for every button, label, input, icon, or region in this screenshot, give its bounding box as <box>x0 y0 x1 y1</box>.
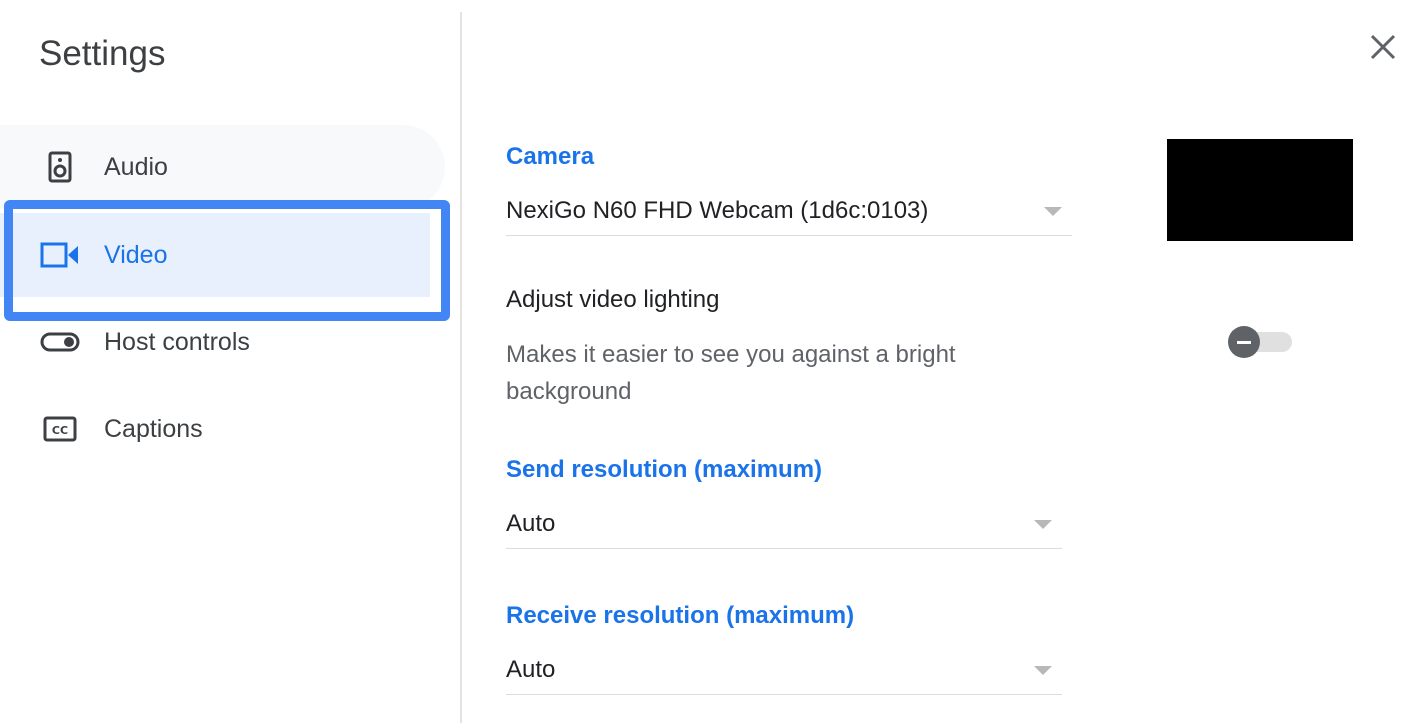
sidebar-item-label: Captions <box>104 414 203 443</box>
receive-resolution-value: Auto <box>506 656 556 683</box>
vertical-divider <box>460 12 462 723</box>
toggle-knob <box>1228 326 1260 358</box>
send-resolution-label: Send resolution (maximum) <box>506 456 823 483</box>
close-button[interactable] <box>1364 28 1404 68</box>
send-resolution-value: Auto <box>506 510 556 537</box>
camera-select[interactable]: NexiGo N60 FHD Webcam (1d6c:0103) <box>506 193 1072 236</box>
camera-label: Camera <box>506 143 595 170</box>
speaker-icon <box>39 146 81 188</box>
closed-captions-icon: CC <box>39 408 81 450</box>
sidebar-item-label: Video <box>104 240 168 269</box>
receive-resolution-select[interactable]: Auto <box>506 652 1062 695</box>
sidebar-item-label: Host controls <box>104 327 250 356</box>
svg-text:CC: CC <box>52 424 68 437</box>
lighting-title: Adjust video lighting <box>506 286 720 313</box>
send-resolution-select[interactable]: Auto <box>506 506 1062 549</box>
lighting-toggle[interactable] <box>1228 326 1294 358</box>
receive-resolution-label: Receive resolution (maximum) <box>506 602 855 629</box>
video-camera-icon <box>39 234 81 276</box>
sidebar-item-audio[interactable]: Audio <box>0 125 445 209</box>
lighting-description: Makes it easier to see you against a bri… <box>506 341 956 405</box>
chevron-down-icon <box>1034 666 1052 675</box>
chevron-down-icon <box>1044 207 1062 216</box>
sidebar-item-label: Audio <box>104 152 168 181</box>
sidebar-item-video[interactable]: Video <box>0 213 430 297</box>
close-icon[interactable] <box>1364 28 1404 68</box>
sidebar-item-host-controls[interactable]: Host controls <box>0 300 445 384</box>
chevron-down-icon <box>1034 520 1052 529</box>
camera-select-value: NexiGo N60 FHD Webcam (1d6c:0103) <box>506 197 929 224</box>
sidebar-item-captions[interactable]: CC Captions <box>0 387 445 471</box>
camera-preview <box>1167 139 1353 241</box>
toggle-icon <box>39 321 81 363</box>
dialog-title: Settings <box>39 34 166 73</box>
